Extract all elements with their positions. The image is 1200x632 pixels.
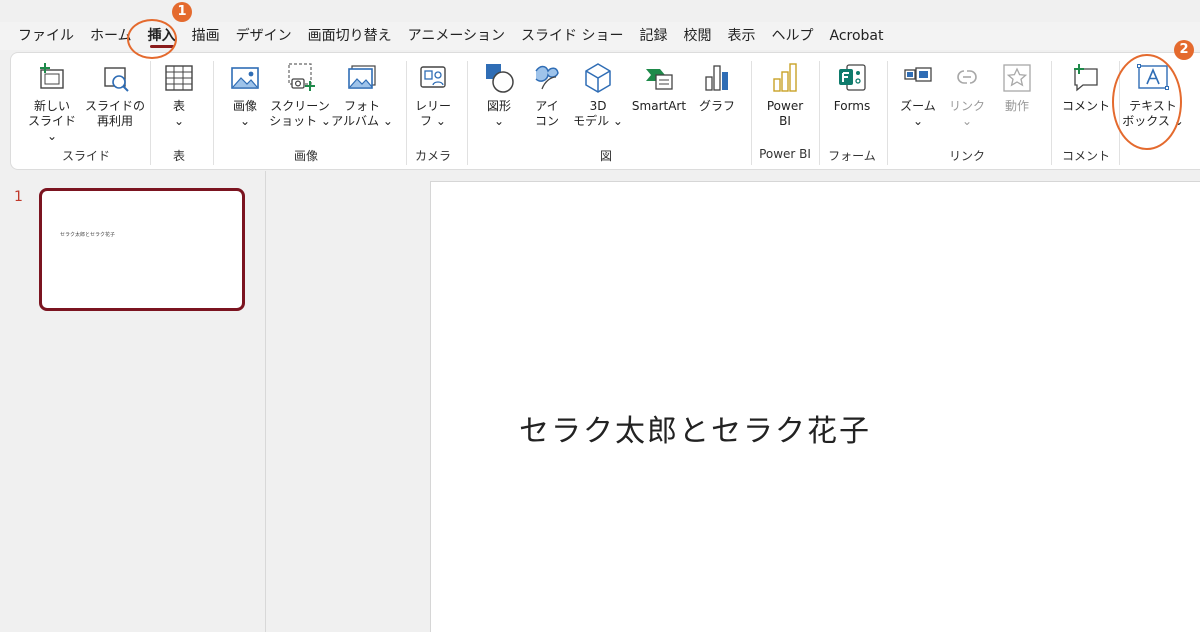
forms-icon [835, 61, 869, 95]
group-label-power-bi: Power BI [759, 147, 811, 161]
shapes-icon [482, 61, 516, 95]
icons-label: アイ コン [534, 99, 559, 128]
icons-icon [530, 61, 564, 95]
action-star-icon [1000, 61, 1034, 95]
photo-album-button[interactable]: フォト アルバム ⌄ [331, 61, 393, 129]
group-label-images: 画像 [293, 149, 318, 163]
link-label: リンク ⌄ [948, 99, 985, 128]
group-divider [467, 61, 468, 165]
tab-transitions[interactable]: 画面切り替え [300, 22, 400, 50]
new-slide-button[interactable]: 新しい スライド ⌄ [23, 61, 81, 144]
action-label: 動作 [1004, 99, 1029, 113]
cube-icon [581, 61, 615, 95]
smartart-button[interactable]: SmartArt [625, 61, 693, 114]
slide-thumbnail-panel: 1 セラク太郎とセラク花子 [0, 171, 266, 632]
link-icon [950, 61, 984, 95]
chart-label: グラフ [698, 99, 735, 113]
slide-canvas[interactable]: セラク太郎とセラク花子 [430, 181, 1200, 632]
screenshot-icon [283, 61, 317, 95]
group-label-slides: スライド [61, 149, 110, 163]
tab-draw[interactable]: 描画 [184, 22, 228, 50]
tab-help[interactable]: ヘルプ [764, 22, 822, 50]
group-divider [819, 61, 820, 165]
bar-chart-icon [700, 61, 734, 95]
annotation-badge-1: 1 [172, 2, 192, 22]
group-label-comments: コメント [1061, 149, 1110, 163]
zoom-icon [901, 61, 935, 95]
group-divider [1051, 61, 1052, 165]
new-slide-icon [35, 61, 69, 95]
tab-view[interactable]: 表示 [720, 22, 764, 50]
chart-button[interactable]: グラフ [695, 61, 739, 114]
thumbnail-text: セラク太郎とセラク花子 [60, 232, 116, 238]
screenshot-label: スクリーン ショット ⌄ [269, 99, 331, 128]
tab-file[interactable]: ファイル [10, 22, 82, 50]
table-button[interactable]: 表 ⌄ [159, 61, 199, 129]
annotation-badge-2: 2 [1174, 40, 1194, 60]
reuse-slide-label: スライドの 再利用 [84, 99, 145, 128]
table-icon [162, 61, 196, 95]
link-button[interactable]: リンク ⌄ [945, 61, 989, 129]
group-divider [751, 61, 752, 165]
power-bi-icon [768, 61, 802, 95]
ribbon: 新しい スライド ⌄ スライドの 再利用 スライド 表 ⌄ 表 画像 ⌄ スクリ… [10, 52, 1200, 170]
icons-button[interactable]: アイ コン [525, 61, 569, 129]
3d-models-label: 3D モデル ⌄ [573, 99, 623, 128]
photo-album-label: フォト アルバム ⌄ [331, 99, 393, 128]
power-bi-button[interactable]: Power BI [757, 61, 813, 129]
shapes-label: 図形 ⌄ [486, 99, 511, 128]
zoom-button[interactable]: ズーム ⌄ [895, 61, 941, 129]
annotation-circle-insert-tab [127, 19, 177, 59]
slide-editor-area: セラク太郎とセラク花子 [267, 171, 1200, 632]
group-label-illustrations: 図 [599, 149, 612, 163]
zoom-label: ズーム ⌄ [900, 99, 936, 128]
group-divider [406, 61, 407, 165]
power-bi-label: Power BI [766, 99, 804, 128]
group-label-links: リンク [948, 149, 985, 163]
smartart-label: SmartArt [631, 99, 687, 113]
group-label-forms: フォーム [828, 149, 876, 163]
picture-icon [228, 61, 262, 95]
forms-label: Forms [833, 99, 871, 113]
new-slide-label: 新しい スライド ⌄ [27, 99, 76, 143]
tab-animations[interactable]: アニメーション [400, 22, 513, 50]
photo-album-icon [345, 61, 379, 95]
tab-design[interactable]: デザイン [228, 22, 300, 50]
slide-thumbnail[interactable]: セラク太郎とセラク花子 [39, 188, 245, 311]
tab-record[interactable]: 記録 [632, 22, 676, 50]
comment-icon [1069, 61, 1103, 95]
comment-button[interactable]: コメント [1057, 61, 1115, 114]
group-divider [150, 61, 151, 165]
annotation-circle-textbox [1112, 54, 1182, 150]
screenshot-button[interactable]: スクリーン ショット ⌄ [269, 61, 331, 129]
shapes-button[interactable]: 図形 ⌄ [477, 61, 521, 129]
tab-slideshow[interactable]: スライド ショー [513, 22, 631, 50]
comment-label: コメント [1061, 99, 1110, 113]
reuse-slide-button[interactable]: スライドの 再利用 [83, 61, 147, 129]
3d-models-button[interactable]: 3D モデル ⌄ [571, 61, 625, 129]
action-button[interactable]: 動作 [995, 61, 1039, 114]
cameo-label: レリー フ ⌄ [414, 99, 451, 128]
group-divider [213, 61, 214, 165]
group-label-tables: 表 [172, 149, 185, 163]
tab-review[interactable]: 校閲 [676, 22, 720, 50]
ribbon-tabs: ファイル ホーム 挿入 描画 デザイン 画面切り替え アニメーション スライド … [0, 22, 1200, 50]
slide-text[interactable]: セラク太郎とセラク花子 [519, 406, 871, 450]
reuse-slide-icon [98, 61, 132, 95]
group-divider [887, 61, 888, 165]
images-label: 画像 ⌄ [232, 99, 257, 128]
images-button[interactable]: 画像 ⌄ [223, 61, 267, 129]
tab-acrobat[interactable]: Acrobat [822, 22, 892, 50]
cameo-button[interactable]: レリー フ ⌄ [411, 61, 455, 129]
cameo-icon [416, 61, 450, 95]
smartart-icon [642, 61, 676, 95]
group-label-camera: カメラ [414, 149, 451, 163]
table-label: 表 ⌄ [172, 99, 185, 128]
forms-button[interactable]: Forms [825, 61, 879, 114]
slide-number: 1 [14, 189, 23, 205]
